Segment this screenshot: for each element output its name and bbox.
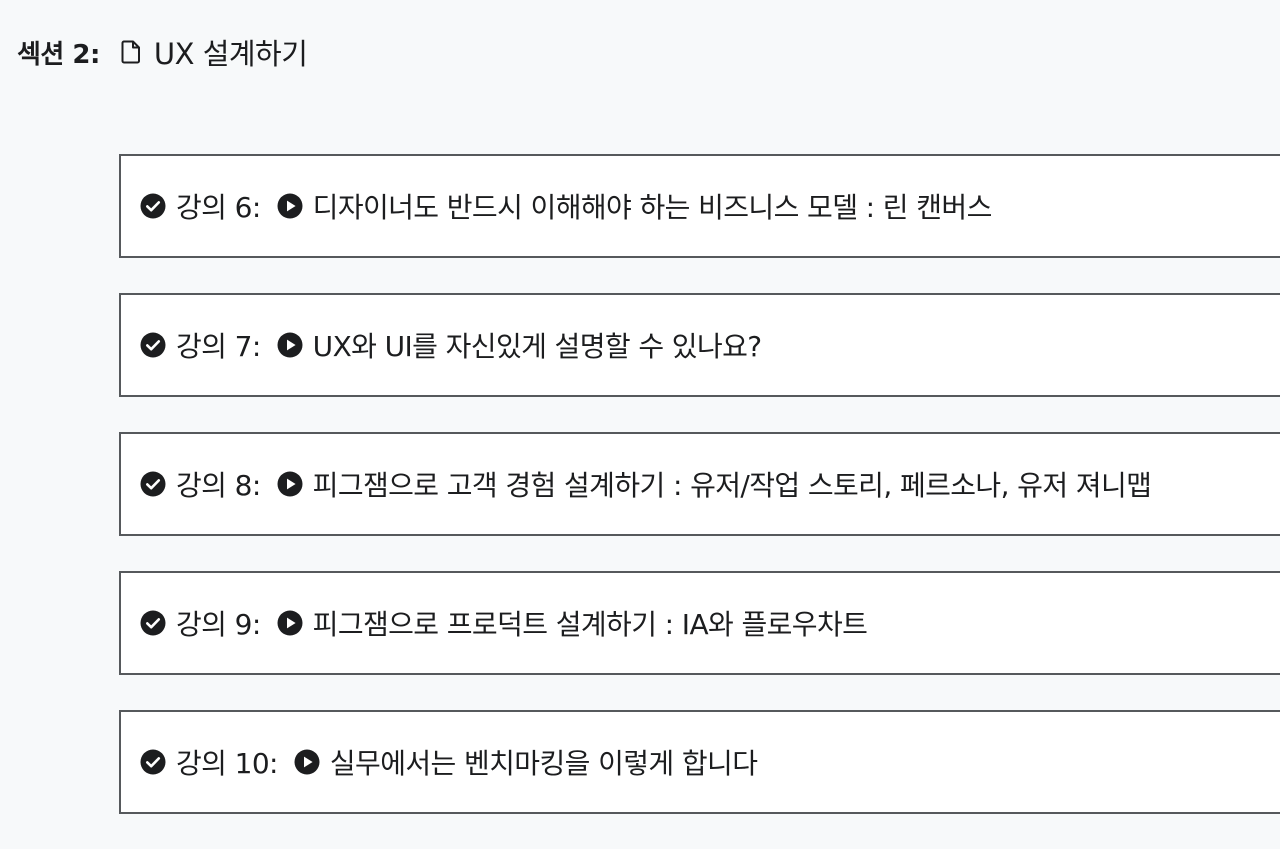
lecture-title: 피그잼으로 고객 경험 설계하기 : 유저/작업 스토리, 페르소나, 유저 져… [312,469,1152,502]
check-circle-icon [140,332,166,358]
lecture-item[interactable]: 강의 8: 피그잼으로 고객 경험 설계하기 : 유저/작업 스토리, 페르소나… [119,432,1280,536]
lecture-list: 강의 6: 디자이너도 반드시 이해해야 하는 비즈니스 모델 : 린 캔버스 … [119,154,1280,849]
play-circle-icon [277,332,303,358]
lecture-title: 실무에서는 벤치마킹을 이렇게 합니다 [329,747,758,780]
lecture-number: 강의 9: [176,608,261,641]
section-header: 섹션 2: UX 설계하기 [17,30,308,74]
lecture-item[interactable]: 강의 9: 피그잼으로 프로덕트 설계하기 : IA와 플로우차트 [119,571,1280,675]
document-icon [120,39,142,65]
lecture-title: 피그잼으로 프로덕트 설계하기 : IA와 플로우차트 [312,608,868,641]
lecture-number: 강의 7: [176,330,261,363]
lecture-item[interactable]: 강의 6: 디자이너도 반드시 이해해야 하는 비즈니스 모델 : 린 캔버스 [119,154,1280,258]
section-number: 섹션 2: [17,39,100,70]
check-circle-icon [140,193,166,219]
lecture-title: 디자이너도 반드시 이해해야 하는 비즈니스 모델 : 린 캔버스 [312,191,993,224]
lecture-title: UX와 UI를 자신있게 설명할 수 있나요? [312,330,762,363]
lecture-item[interactable]: 강의 10: 실무에서는 벤치마킹을 이렇게 합니다 [119,710,1280,814]
play-circle-icon [294,749,320,775]
lecture-number: 강의 8: [176,469,261,502]
play-circle-icon [277,610,303,636]
lecture-number: 강의 6: [176,191,261,224]
check-circle-icon [140,610,166,636]
check-circle-icon [140,749,166,775]
lecture-number: 강의 10: [176,747,278,780]
section-title: UX 설계하기 [153,37,308,71]
play-circle-icon [277,471,303,497]
check-circle-icon [140,471,166,497]
play-circle-icon [277,193,303,219]
lecture-item[interactable]: 강의 7: UX와 UI를 자신있게 설명할 수 있나요? [119,293,1280,397]
